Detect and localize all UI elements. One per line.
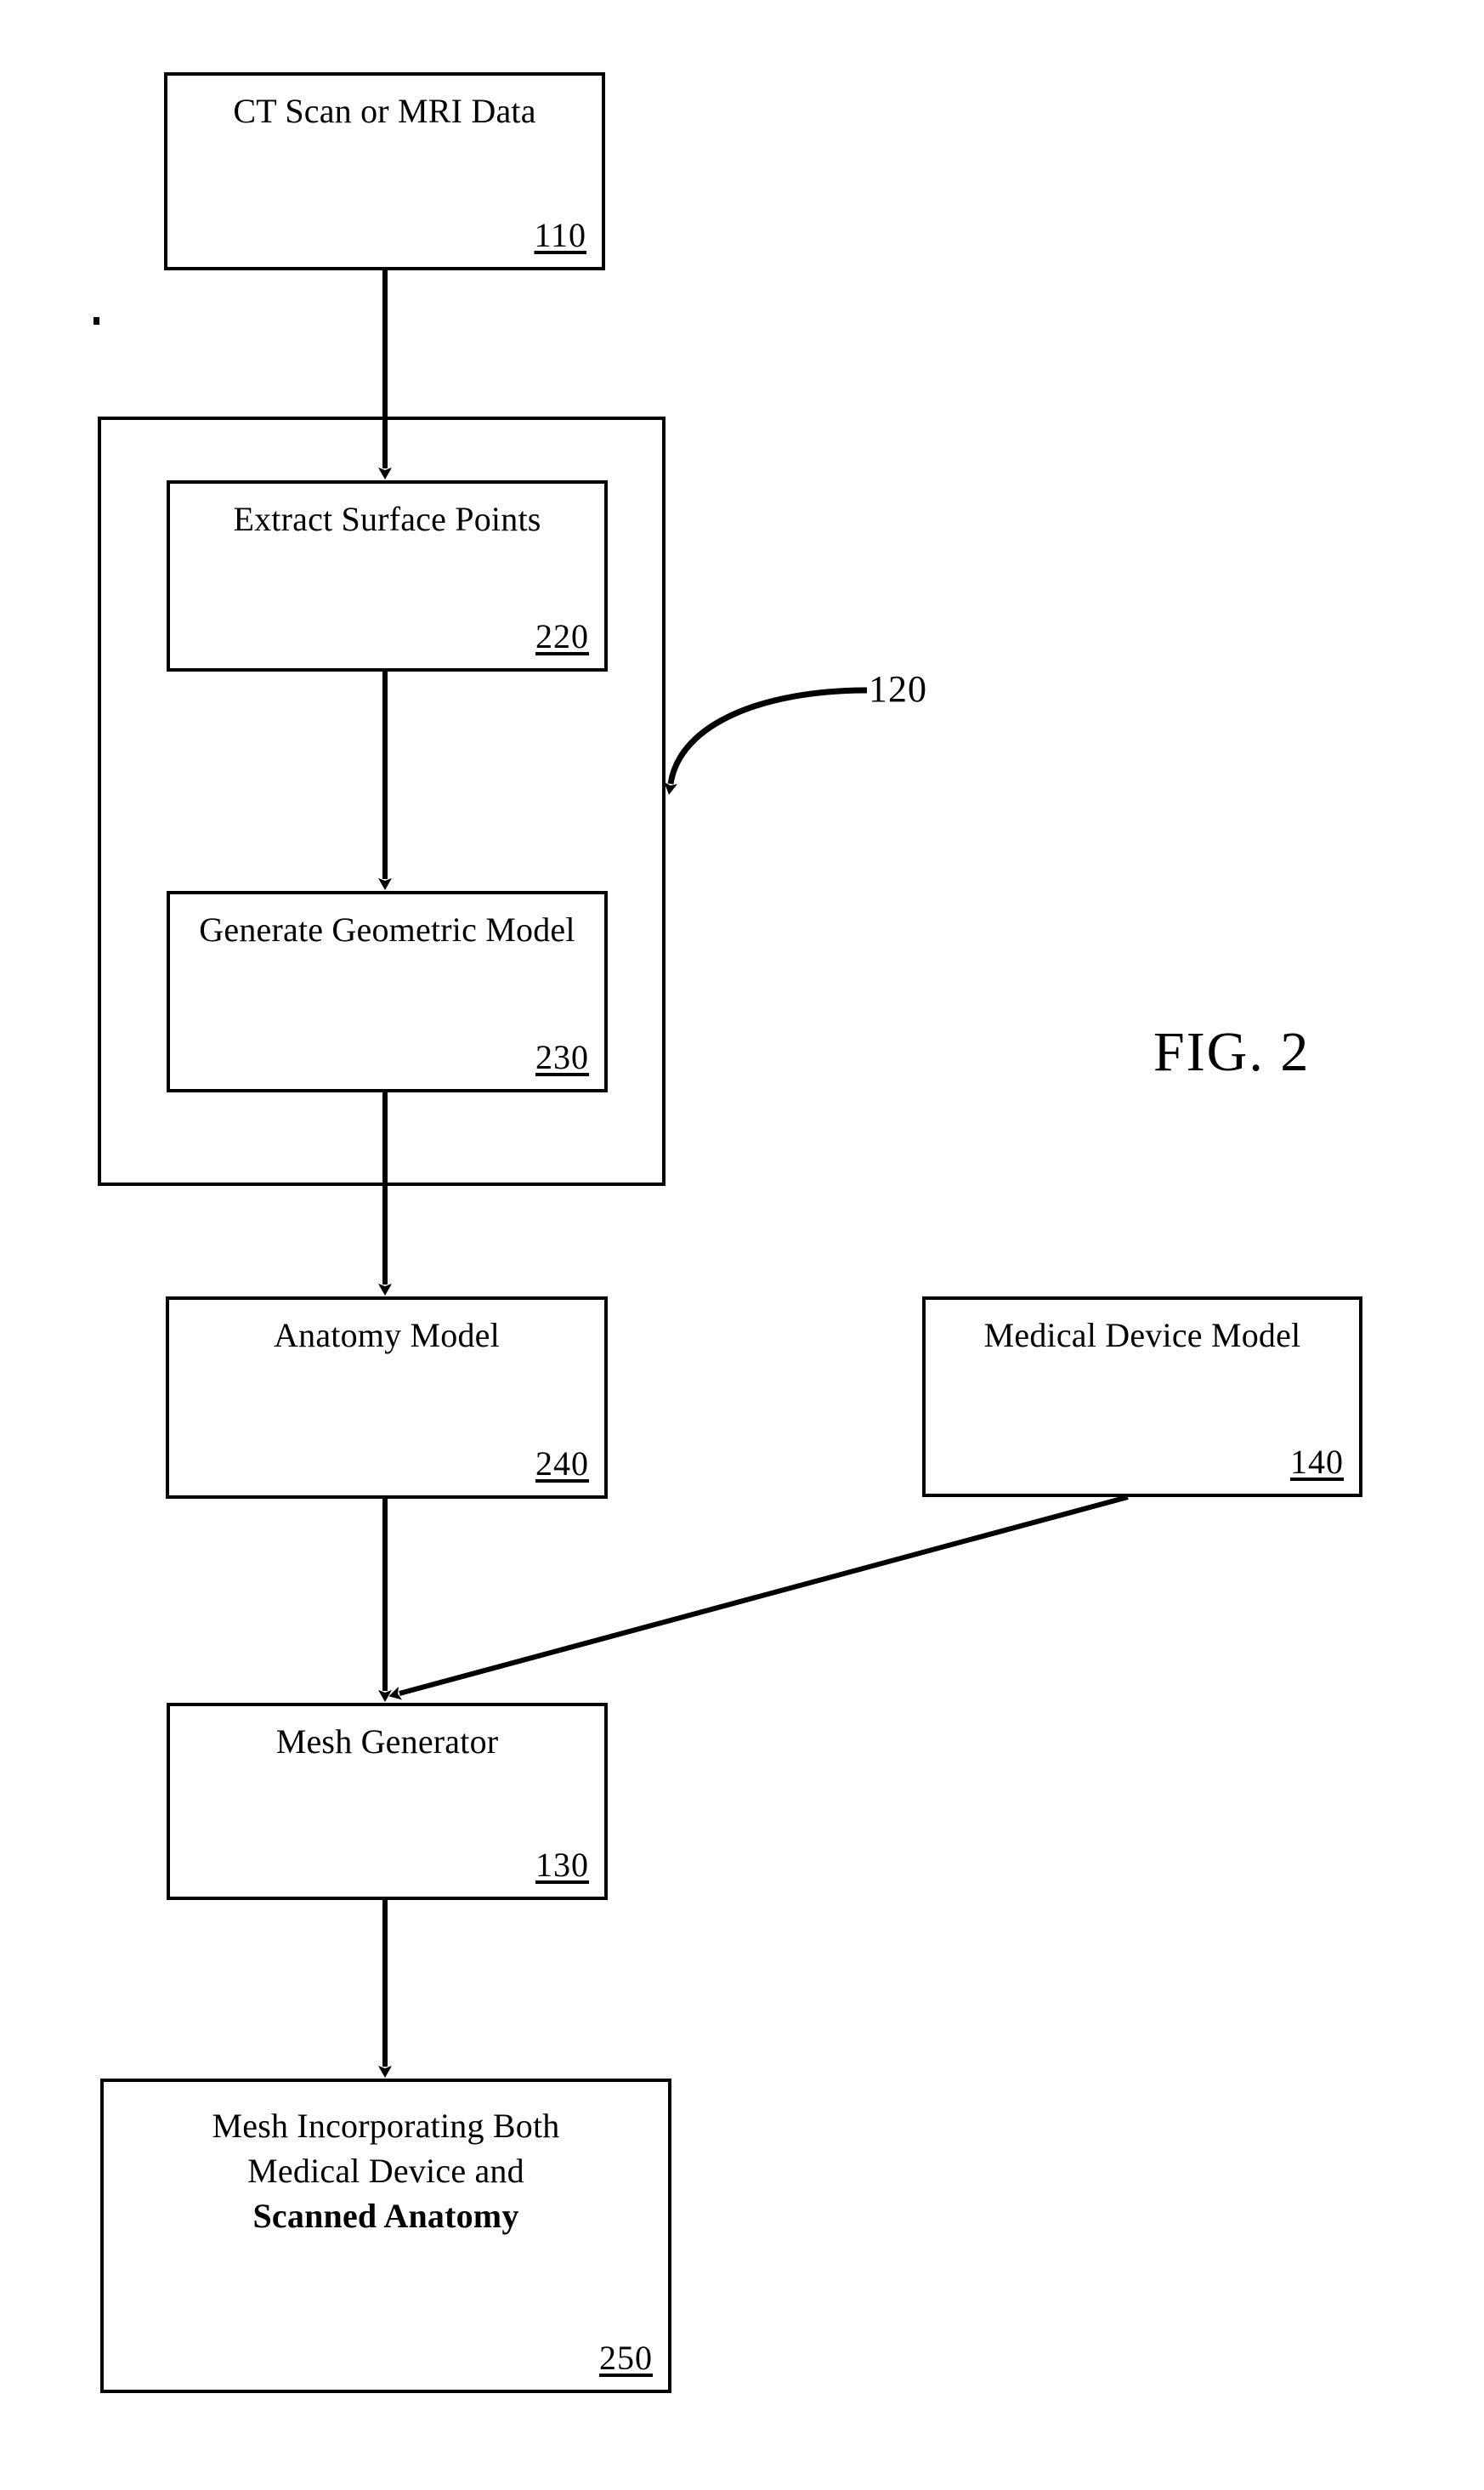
- node-reference-number: 220: [535, 617, 589, 655]
- node-reference-number: 130: [535, 1846, 589, 1884]
- node-title: Mesh Generator: [275, 1722, 499, 1761]
- arrow-device-to-mesh: [388, 1495, 1129, 1700]
- node-anatomy-model[interactable]: Anatomy Model 240: [166, 1296, 608, 1499]
- node-title: CT Scan or MRI Data: [233, 92, 536, 130]
- node-extract-surface-points[interactable]: Extract Surface Points 220: [167, 480, 608, 672]
- node-title: Extract Surface Points: [233, 500, 541, 538]
- node-reference-number: 140: [1290, 1443, 1344, 1481]
- node-mesh-generator[interactable]: Mesh Generator 130: [167, 1703, 608, 1900]
- node-reference-number: 110: [534, 216, 586, 254]
- node-final-mesh[interactable]: Mesh Incorporating Both Medical Device a…: [100, 2079, 671, 2393]
- node-title: Generate Geometric Model: [199, 910, 575, 949]
- scan-artifact-speck: [93, 317, 99, 325]
- node-reference-number: 240: [535, 1444, 589, 1483]
- node-generate-geometric-model[interactable]: Generate Geometric Model 230: [167, 891, 608, 1092]
- node-reference-number: 250: [599, 2339, 653, 2377]
- patent-figure-page: CT Scan or MRI Data 110 Extract Surface …: [0, 0, 1484, 2490]
- node-title: Anatomy Model: [274, 1316, 500, 1354]
- final-mesh-line-2: Medical Device and: [247, 2151, 524, 2190]
- callout-leader-120: [664, 687, 868, 795]
- node-ct-scan-or-mri-data[interactable]: CT Scan or MRI Data 110: [164, 72, 605, 270]
- node-medical-device-model[interactable]: Medical Device Model 140: [922, 1296, 1362, 1497]
- final-mesh-line-3: Scanned Anatomy: [252, 2196, 519, 2235]
- node-title: Medical Device Model: [983, 1316, 1301, 1354]
- figure-label: FIG. 2: [1153, 1021, 1311, 1083]
- final-mesh-line-1: Mesh Incorporating Both: [212, 2107, 560, 2145]
- callout-label-120: 120: [869, 668, 927, 710]
- node-reference-number: 230: [535, 1038, 589, 1076]
- node-title: Mesh Incorporating Both Medical Device a…: [112, 2104, 660, 2238]
